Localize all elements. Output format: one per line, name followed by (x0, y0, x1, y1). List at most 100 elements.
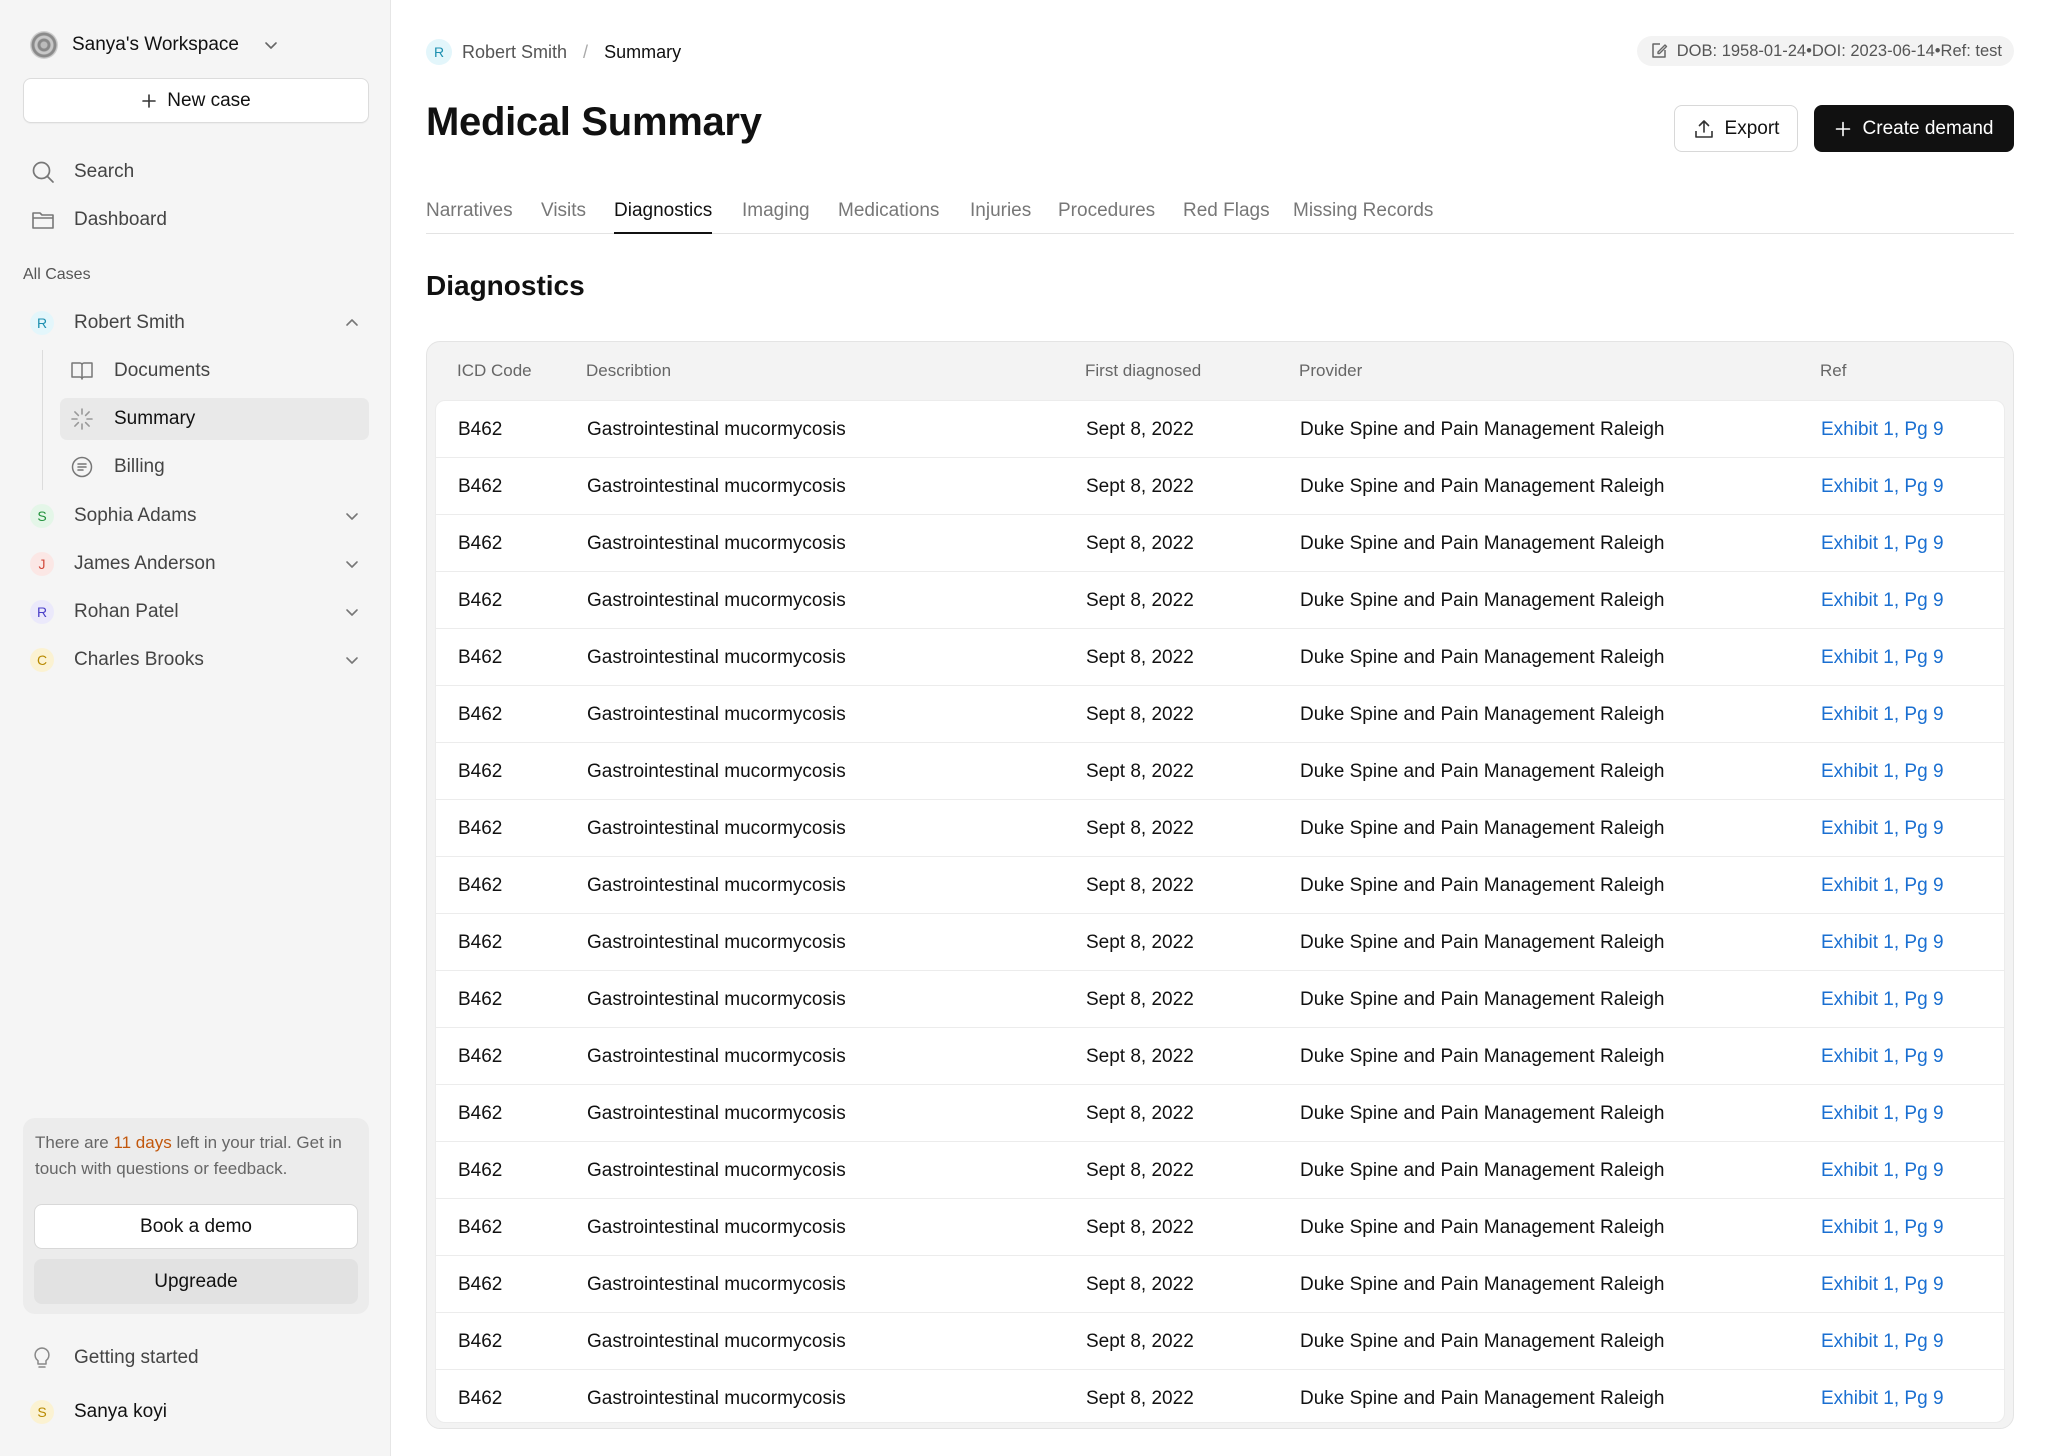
cell-ref[interactable]: Exhibit 1, Pg 9 (1821, 476, 1944, 498)
cell-ref[interactable]: Exhibit 1, Pg 9 (1821, 761, 1944, 783)
table-row[interactable]: B462 Gastrointestinal mucormycosis Sept 8,… (436, 1142, 2004, 1199)
cell-ref[interactable]: Exhibit 1, Pg 9 (1821, 1160, 1944, 1182)
cell-first-diagnosed: Sept 8, 2022 (1086, 1160, 1194, 1181)
sidebar-item-summary[interactable]: Summary (60, 398, 369, 440)
cell-ref[interactable]: Exhibit 1, Pg 9 (1821, 1103, 1944, 1125)
table-row[interactable]: B462 Gastrointestinal mucormycosis Sept 8,… (436, 458, 2004, 515)
workspace-switcher[interactable]: Sanya's Workspace (30, 28, 279, 62)
table-row[interactable]: B462 Gastrointestinal mucormycosis Sept 8,… (436, 743, 2004, 800)
cell-first-diagnosed: Sept 8, 2022 (1086, 1331, 1194, 1352)
table-row[interactable]: B462 Gastrointestinal mucormycosis Sept 8,… (436, 1370, 2004, 1427)
cell-ref[interactable]: Exhibit 1, Pg 9 (1821, 989, 1944, 1011)
column-header-description: Describtion (586, 361, 672, 380)
table-body: B462 Gastrointestinal mucormycosis Sept 8,… (435, 400, 2005, 1423)
chevron-down-icon[interactable] (344, 652, 360, 668)
tab-imaging[interactable]: Imaging (742, 198, 810, 234)
user-name: Sanya koyi (74, 1401, 167, 1422)
tab-red-flags[interactable]: Red Flags (1183, 198, 1270, 234)
case-charles-brooks[interactable]: C Charles Brooks (30, 643, 360, 677)
table-row[interactable]: B462 Gastrointestinal mucormycosis Sept 8,… (436, 800, 2004, 857)
table-row[interactable]: B462 Gastrointestinal mucormycosis Sept 8,… (436, 1028, 2004, 1085)
upgrade-button[interactable]: Upgreade (34, 1259, 358, 1304)
case-name: Charles Brooks (74, 649, 204, 670)
case-meta-badge[interactable]: DOB: 1958-01-24•DOI: 2023-06-14•Ref: tes… (1636, 36, 2014, 66)
cell-ref[interactable]: Exhibit 1, Pg 9 (1821, 419, 1944, 441)
cell-description: Gastrointestinal mucormycosis (587, 1217, 846, 1238)
cell-icd-code: B462 (458, 989, 503, 1010)
cell-ref[interactable]: Exhibit 1, Pg 9 (1821, 1331, 1944, 1353)
new-case-label: New case (167, 89, 251, 111)
avatar: R (30, 311, 54, 335)
cell-ref[interactable]: Exhibit 1, Pg 9 (1821, 1274, 1944, 1296)
tree-line (42, 350, 43, 490)
cell-ref[interactable]: Exhibit 1, Pg 9 (1821, 1388, 1944, 1410)
case-rohan-patel[interactable]: R Rohan Patel (30, 595, 360, 629)
cell-ref[interactable]: Exhibit 1, Pg 9 (1821, 647, 1944, 669)
table-row[interactable]: B462 Gastrointestinal mucormycosis Sept 8,… (436, 971, 2004, 1028)
cell-first-diagnosed: Sept 8, 2022 (1086, 1046, 1194, 1067)
loader-icon (70, 407, 94, 431)
tab-missing-records[interactable]: Missing Records (1293, 198, 1433, 234)
chevron-down-icon[interactable] (344, 556, 360, 572)
sidebar-item-billing[interactable]: Billing (60, 446, 369, 488)
user-menu[interactable]: S Sanya koyi (30, 1396, 167, 1428)
cell-first-diagnosed: Sept 8, 2022 (1086, 761, 1194, 782)
chevron-up-icon[interactable] (344, 315, 360, 331)
book-demo-button[interactable]: Book a demo (34, 1204, 358, 1249)
cell-ref[interactable]: Exhibit 1, Pg 9 (1821, 932, 1944, 954)
cell-description: Gastrointestinal mucormycosis (587, 1046, 846, 1067)
cell-icd-code: B462 (458, 1274, 503, 1295)
table-row[interactable]: B462 Gastrointestinal mucormycosis Sept 8,… (436, 1313, 2004, 1370)
workspace-logo-icon (30, 31, 58, 59)
case-james-anderson[interactable]: J James Anderson (30, 547, 360, 581)
table-row[interactable]: B462 Gastrointestinal mucormycosis Sept 8,… (436, 572, 2004, 629)
cell-first-diagnosed: Sept 8, 2022 (1086, 1103, 1194, 1124)
chevron-down-icon[interactable] (344, 508, 360, 524)
cell-provider: Duke Spine and Pain Management Raleigh (1300, 932, 1665, 953)
sidebar-item-documents[interactable]: Documents (60, 350, 369, 392)
case-sophia-adams[interactable]: S Sophia Adams (30, 499, 360, 533)
cell-icd-code: B462 (458, 875, 503, 896)
export-button[interactable]: Export (1674, 105, 1798, 152)
avatar: R (426, 39, 452, 65)
getting-started-link[interactable]: Getting started (30, 1342, 199, 1374)
table-row[interactable]: B462 Gastrointestinal mucormycosis Sept 8,… (436, 857, 2004, 914)
cell-ref[interactable]: Exhibit 1, Pg 9 (1821, 704, 1944, 726)
tab-injuries[interactable]: Injuries (970, 198, 1031, 234)
search-icon (30, 159, 56, 185)
sidebar-item-label: Summary (114, 408, 196, 429)
table-row[interactable]: B462 Gastrointestinal mucormycosis Sept 8,… (436, 515, 2004, 572)
nav-dashboard[interactable]: Dashboard (30, 203, 167, 237)
tab-diagnostics[interactable]: Diagnostics (614, 198, 713, 234)
cell-ref[interactable]: Exhibit 1, Pg 9 (1821, 1046, 1944, 1068)
create-demand-button[interactable]: Create demand (1814, 105, 2014, 152)
table-row[interactable]: B462 Gastrointestinal mucormycosis Sept 8,… (436, 1256, 2004, 1313)
tab-visits[interactable]: Visits (541, 198, 586, 234)
case-robert-smith[interactable]: R Robert Smith (30, 306, 360, 340)
breadcrumb-case[interactable]: Robert Smith (462, 42, 567, 63)
table-row[interactable]: B462 Gastrointestinal mucormycosis Sept 8,… (436, 914, 2004, 971)
cell-icd-code: B462 (458, 419, 503, 440)
column-header-provider: Provider (1299, 361, 1363, 380)
table-row[interactable]: B462 Gastrointestinal mucormycosis Sept 8,… (436, 1085, 2004, 1142)
cell-provider: Duke Spine and Pain Management Raleigh (1300, 875, 1665, 896)
chevron-down-icon[interactable] (344, 604, 360, 620)
table-row[interactable]: B462 Gastrointestinal mucormycosis Sept 8,… (436, 1199, 2004, 1256)
tab-medications[interactable]: Medications (838, 198, 939, 234)
new-case-button[interactable]: New case (23, 78, 369, 123)
plus-icon (1835, 121, 1851, 137)
nav-search[interactable]: Search (30, 155, 134, 189)
table-row[interactable]: B462 Gastrointestinal mucormycosis Sept 8,… (436, 401, 2004, 458)
table-row[interactable]: B462 Gastrointestinal mucormycosis Sept 8,… (436, 629, 2004, 686)
cell-ref[interactable]: Exhibit 1, Pg 9 (1821, 533, 1944, 555)
cell-ref[interactable]: Exhibit 1, Pg 9 (1821, 1217, 1944, 1239)
table-row[interactable]: B462 Gastrointestinal mucormycosis Sept 8,… (436, 686, 2004, 743)
cell-provider: Duke Spine and Pain Management Raleigh (1300, 1160, 1665, 1181)
cell-first-diagnosed: Sept 8, 2022 (1086, 704, 1194, 725)
cell-ref[interactable]: Exhibit 1, Pg 9 (1821, 875, 1944, 897)
cell-ref[interactable]: Exhibit 1, Pg 9 (1821, 818, 1944, 840)
tab-procedures[interactable]: Procedures (1058, 198, 1155, 234)
tab-narratives[interactable]: Narratives (426, 198, 513, 234)
cell-first-diagnosed: Sept 8, 2022 (1086, 932, 1194, 953)
cell-ref[interactable]: Exhibit 1, Pg 9 (1821, 590, 1944, 612)
